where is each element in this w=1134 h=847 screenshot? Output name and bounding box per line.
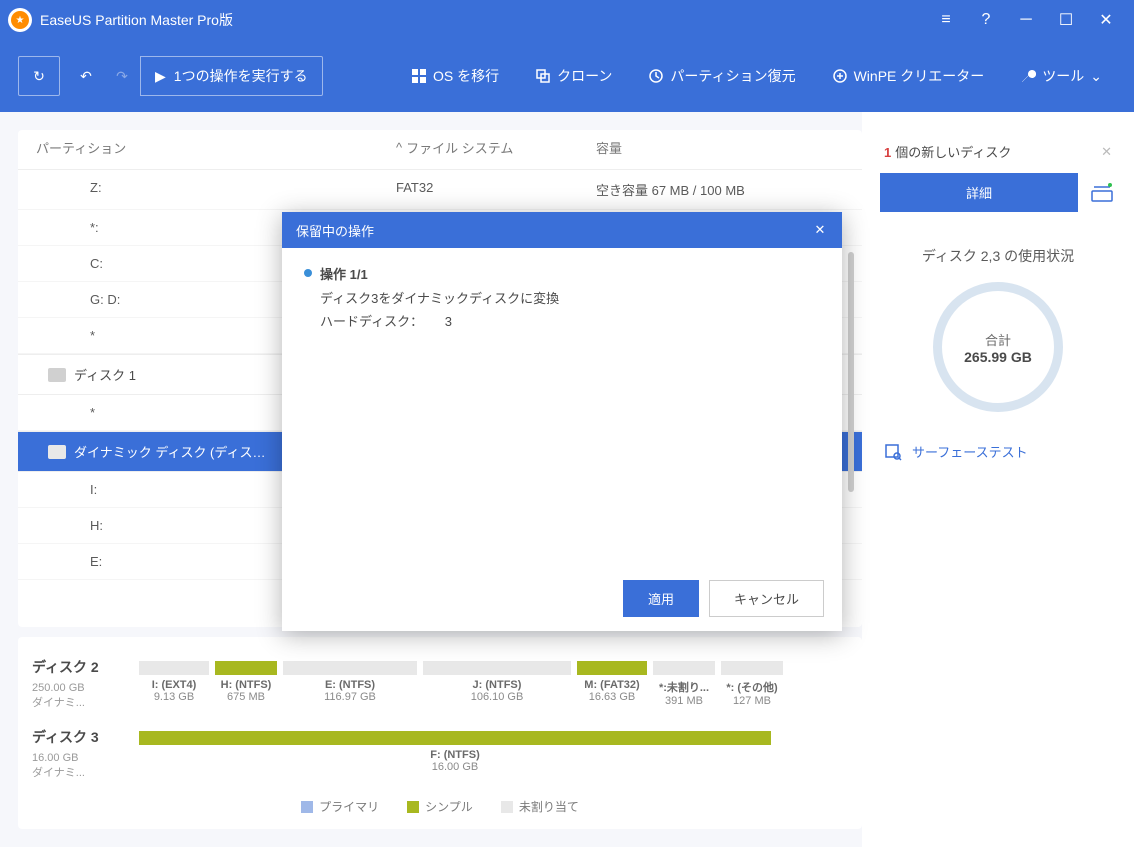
- app-logo: [8, 8, 32, 32]
- menu-icon[interactable]: ≡: [926, 0, 966, 40]
- disk-name: ディスク 2: [32, 657, 129, 677]
- legend: プライマリ シンプル 未割り当て: [18, 788, 862, 821]
- partition-block[interactable]: *:未割り...391 MB: [651, 657, 717, 711]
- sort-icon: ^: [396, 140, 402, 155]
- partition-recovery-button[interactable]: パーティション復元: [634, 56, 809, 96]
- redo-button[interactable]: ↷: [104, 56, 140, 96]
- new-disk-notice: 1個の新しいディスク ✕: [880, 130, 1116, 173]
- dialog-close-button[interactable]: ✕: [806, 216, 834, 244]
- pending-operations-dialog: 保留中の操作 ✕ 操作 1/1 ディスク3をダイナミックディスクに変換 ハードデ…: [282, 212, 842, 631]
- close-button[interactable]: ✕: [1086, 0, 1126, 40]
- partition-block[interactable]: M: (FAT32)16.63 GB: [575, 657, 649, 711]
- surface-test-icon: [884, 443, 902, 461]
- detail-button[interactable]: 詳細: [880, 173, 1078, 212]
- disk-icon: [48, 368, 66, 382]
- tools-dropdown[interactable]: ツール ⌄: [1006, 56, 1116, 96]
- legend-unalloc-swatch: [501, 801, 513, 813]
- partition-block[interactable]: *: (その他)127 MB: [719, 657, 785, 711]
- disk-map: ディスク 2 250.00 GB ダイナミ... I: (EXT4)9.13 G…: [18, 637, 862, 829]
- winpe-creator-button[interactable]: WinPE クリエーター: [818, 56, 999, 96]
- wrench-icon: [1020, 68, 1036, 84]
- partition-block[interactable]: E: (NTFS)116.97 GB: [281, 657, 419, 711]
- disk2-bar[interactable]: ディスク 2 250.00 GB ダイナミ... I: (EXT4)9.13 G…: [18, 649, 862, 719]
- col-capacity[interactable]: 容量: [596, 138, 844, 157]
- surface-test-link[interactable]: サーフェーステスト: [880, 432, 1116, 471]
- partition-block[interactable]: H: (NTFS)675 MB: [213, 657, 279, 711]
- legend-primary-swatch: [301, 801, 313, 813]
- minimize-button[interactable]: ─: [1006, 0, 1046, 40]
- refresh-button[interactable]: ↻: [18, 56, 60, 96]
- partition-block[interactable]: F: (NTFS)16.00 GB: [137, 727, 773, 780]
- usage-donut-chart: 合計 265.99 GB: [933, 282, 1063, 412]
- partition-row[interactable]: Z:FAT32空き容量 67 MB / 100 MB: [18, 170, 862, 210]
- cancel-button[interactable]: キャンセル: [709, 580, 824, 617]
- scrollbar-thumb[interactable]: [848, 252, 854, 492]
- partition-block[interactable]: I: (EXT4)9.13 GB: [137, 657, 211, 711]
- undo-button[interactable]: ↶: [68, 56, 104, 96]
- col-filesystem[interactable]: ^ ファイル システム: [396, 138, 596, 157]
- dialog-title: 保留中の操作: [296, 221, 374, 240]
- operation-title: 操作 1/1: [320, 264, 559, 283]
- col-partition[interactable]: パーティション: [36, 138, 396, 157]
- content-area: パーティション ^ ファイル システム 容量 Z:FAT32空き容量 67 MB…: [0, 112, 1134, 847]
- main-toolbar: ↻ ↶ ↷ ▶1つの操作を実行する OS を移行 クローン パーティション復元 …: [0, 40, 1134, 112]
- right-sidebar: 1個の新しいディスク ✕ 詳細 ディスク 2,3 の使用状況 合計 265.99…: [862, 112, 1134, 847]
- bullet-icon: [304, 269, 312, 277]
- app-title: EaseUS Partition Master Pro版: [40, 10, 926, 30]
- clone-icon: [535, 68, 551, 84]
- windows-icon: [411, 68, 427, 84]
- chevron-down-icon: ⌄: [1090, 68, 1102, 85]
- plus-circle-icon: [832, 68, 848, 84]
- operation-detail: ハードディスク： 3: [320, 312, 559, 332]
- title-bar: EaseUS Partition Master Pro版 ≡ ? ─ ☐ ✕: [0, 0, 1134, 40]
- disk-icon: [48, 445, 66, 459]
- dialog-body: 操作 1/1 ディスク3をダイナミックディスクに変換 ハードディスク： 3: [282, 248, 842, 566]
- disk-stack-icon[interactable]: [1090, 181, 1116, 205]
- dialog-titlebar[interactable]: 保留中の操作 ✕: [282, 212, 842, 248]
- list-header: パーティション ^ ファイル システム 容量: [18, 130, 862, 170]
- partition-block[interactable]: J: (NTFS)106.10 GB: [421, 657, 573, 711]
- run-operations-button[interactable]: ▶1つの操作を実行する: [140, 56, 323, 96]
- close-notice-icon[interactable]: ✕: [1101, 144, 1112, 160]
- clone-button[interactable]: クローン: [521, 56, 626, 96]
- operation-description: ディスク3をダイナミックディスクに変換: [320, 289, 559, 309]
- help-icon[interactable]: ?: [966, 0, 1006, 40]
- apply-button[interactable]: 適用: [623, 580, 699, 617]
- usage-title: ディスク 2,3 の使用状況: [880, 246, 1116, 266]
- migrate-os-button[interactable]: OS を移行: [397, 56, 513, 96]
- disk3-bar[interactable]: ディスク 3 16.00 GB ダイナミ... F: (NTFS)16.00 G…: [18, 719, 862, 788]
- maximize-button[interactable]: ☐: [1046, 0, 1086, 40]
- run-label: 1つの操作を実行する: [174, 66, 308, 86]
- recovery-icon: [648, 68, 664, 84]
- legend-simple-swatch: [407, 801, 419, 813]
